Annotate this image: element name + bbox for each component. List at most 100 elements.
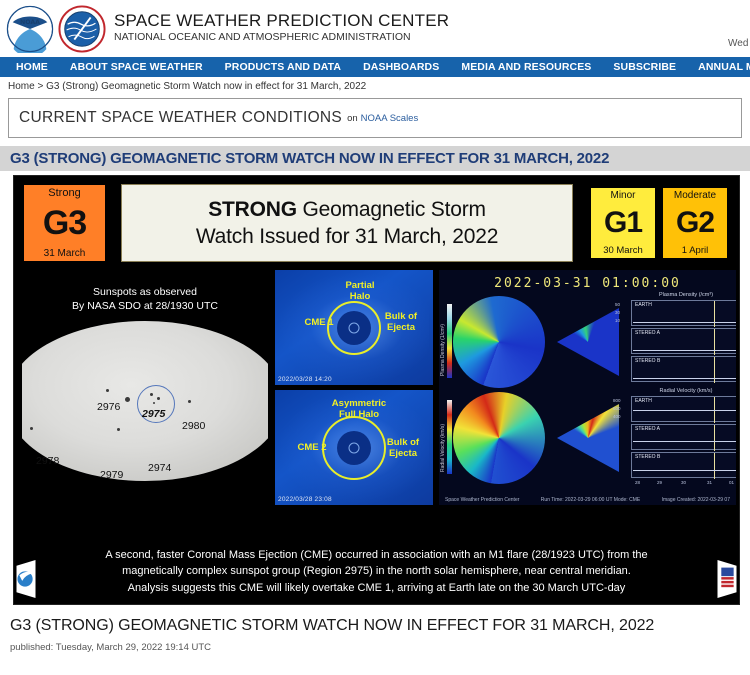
wsa-enlil-model-panel: 2022-03-31 01:00:00 Plasma Density (1/cm… [438,269,737,506]
caption-line-3: Analysis suggests this CME will likely o… [127,581,626,594]
density-stereo-a-trace [633,350,736,351]
enlil-velocity-meridional-slice [557,404,619,472]
plate-line-1: STRONG Geomagnetic Storm [208,196,486,223]
cme-2-ejecta-label: Bulk of Ejecta [375,437,431,459]
noaa-logo[interactable]: NOAA [6,5,54,53]
density-stereo-a-time-marker [714,329,715,355]
scale-badge-g2: Moderate G2 1 April [661,185,729,260]
scale-badge-g3: Strong G3 31 March [22,182,107,263]
current-conditions-title: CURRENT SPACE WEATHER CONDITIONS [19,109,343,126]
g3-level-code: G3 [42,204,87,242]
header-titles: SPACE WEATHER PREDICTION CENTER NATIONAL… [114,5,449,44]
cme-2-ejecta-line2: Ejecta [389,448,417,459]
density-earth-time-marker [714,301,715,327]
cme-1-halo-label-line1: Partial [345,280,375,291]
cme-1-ejecta-line1: Bulk of [384,311,418,322]
velocity-colorbar [447,400,452,474]
article-published-date: published: Tuesday, March 29, 2022 19:14… [10,642,212,653]
velocity-xtick-31: 31 [707,480,713,485]
cme-1-halo-label-line2: Halo [349,291,371,302]
velocity-colorbar-label: Radial Velocity (km/s) [440,423,446,472]
coronagraph-panel-cme-1: Partial Halo CME 1 Bulk of Ejecta 2022/0… [274,269,434,386]
sunspot-dot-2979 [117,428,120,431]
velocity-stereo-b-time-marker [714,453,715,479]
g2-level-code: G2 [675,206,715,239]
site-title: SPACE WEATHER PREDICTION CENTER [114,11,450,30]
density-plot-stereo-a-label: STEREO A [635,330,661,336]
cme-2-label: CME 2 [297,442,327,453]
scale-badge-g1: Minor G1 30 March [589,185,657,260]
cme-1-ejecta-line2: Ejecta [387,322,415,333]
sunspot-dot-2978 [30,427,33,430]
plate-line-1-bold: STRONG [208,197,297,221]
sunspot-dot-2980 [188,400,191,403]
g2-date: 1 April [681,244,709,256]
sunspot-label-2979: 2979 [100,469,124,481]
sunspot-caption: Sunspots as observed By NASA SDO at 28/1… [22,285,268,313]
header-clock: Wed [728,38,749,49]
velocity-earth-trace [633,410,736,411]
breadcrumb-separator: > [34,81,47,92]
enlil-footer-runtime: Run Time: 2022-03-29 06:00 UT Mode: CME [540,497,641,503]
cme-1-ejecta-label: Bulk of Ejecta [373,311,429,333]
coronagraph-panel-cme-2: Asymmetric Full Halo CME 2 Bulk of Eject… [274,389,434,506]
enlil-plasma-density-row: Plasma Density (1/cm³) Plasma Density (/… [439,292,736,392]
cme-2-ejecta-line1: Bulk of [386,437,420,448]
density-plot-earth: EARTH [631,300,736,327]
velocity-plot-stereo-a-label: STEREO A [635,426,661,432]
nav-item-media-and-resources[interactable]: MEDIA AND RESOURCES [450,57,602,77]
article-title: G3 (STRONG) GEOMAGNETIC STORM WATCH NOW … [10,617,655,634]
breadcrumb-current: G3 (Strong) Geomagnetic Storm Watch now … [46,81,367,92]
velocity-stereo-a-trace [633,441,736,442]
conditions-on-label: on [347,112,358,124]
cme-1-halo-label: Partial Halo [325,280,395,302]
nav-item-home[interactable]: HOME [12,57,59,77]
density-colorbar-label: Plasma Density (1/cm³) [440,324,446,376]
velocity-plot-stereo-b: STEREO B [631,452,736,479]
velocity-xtick-29: 29 [657,480,663,485]
nav-item-subscribe[interactable]: SUBSCRIBE [602,57,687,77]
density-colorbar [447,304,452,378]
noaa-scales-link[interactable]: NOAA Scales [361,113,419,124]
velocity-stereo-b-trace [633,470,736,471]
radial-velocity-plot-title: Radial Velocity (km/s) [659,388,713,394]
g2-level-word: Moderate [673,189,717,201]
enlil-radial-velocity-row: Radial Velocity (km/s) Radial Velocity (… [439,388,736,488]
cme-2-timestamp: 2022/03/28 23:08 [278,496,332,503]
national-weather-service-logo[interactable] [58,5,106,53]
enlil-footer-created: Image Created: 2022-03-29 07 [661,497,730,503]
sunspot-label-2980: 2980 [182,420,206,432]
density-earth-trace [633,322,736,323]
infographic-headline-plate: STRONG Geomagnetic Storm Watch Issued fo… [121,183,573,262]
alert-headline-bar: G3 (STRONG) GEOMAGNETIC STORM WATCH NOW … [0,146,750,171]
velocity-plot-earth-label: EARTH [635,398,652,404]
plasma-density-plot-title: Plasma Density (/cm³) [658,292,714,298]
current-conditions-panel: CURRENT SPACE WEATHER CONDITIONS on NOAA… [8,98,742,138]
velocity-plot-earth: EARTH [631,396,736,423]
breadcrumb-home-link[interactable]: Home [8,81,35,92]
cme-2-halo-label-line2: Full Halo [338,409,380,420]
velocity-ytick-600: 600 [613,406,621,411]
density-ytick-50: 50 [615,302,621,307]
caption-line-1: A second, faster Coronal Mass Ejection (… [105,548,648,561]
nav-item-products-and-data[interactable]: PRODUCTS AND DATA [214,57,352,77]
site-header: NOAA SPACE WEATHER PREDICTION CENTER NAT… [0,0,750,57]
density-stereo-b-trace [633,378,736,379]
density-plot-stereo-b-label: STEREO B [635,358,661,364]
velocity-ytick-800: 800 [613,398,621,403]
nav-item-dashboards[interactable]: DASHBOARDS [352,57,450,77]
nav-item-annual-meeting[interactable]: ANNUAL MEETING [687,57,750,77]
g3-date: 31 March [43,247,86,259]
storm-watch-infographic[interactable]: Strong G3 31 March STRONG Geomagnetic St… [13,175,740,605]
sunspot-panel: Sunspots as observed By NASA SDO at 28/1… [22,269,268,504]
sunspot-label-2974: 2974 [148,462,172,474]
cme-1-label: CME 1 [304,317,334,328]
infographic-caption: A second, faster Coronal Mass Ejection (… [14,541,739,605]
nav-item-about-space-weather[interactable]: ABOUT SPACE WEATHER [59,57,214,77]
density-plot-stereo-b: STEREO B [631,356,736,383]
breadcrumb: Home > G3 (Strong) Geomagnetic Storm Wat… [0,77,750,96]
infographic-top-strip: Strong G3 31 March STRONG Geomagnetic St… [14,176,739,269]
density-plot-earth-label: EARTH [635,302,652,308]
sunspot-label-2975: 2975 [142,408,166,420]
velocity-plot-stereo-a: STEREO A [631,424,736,451]
